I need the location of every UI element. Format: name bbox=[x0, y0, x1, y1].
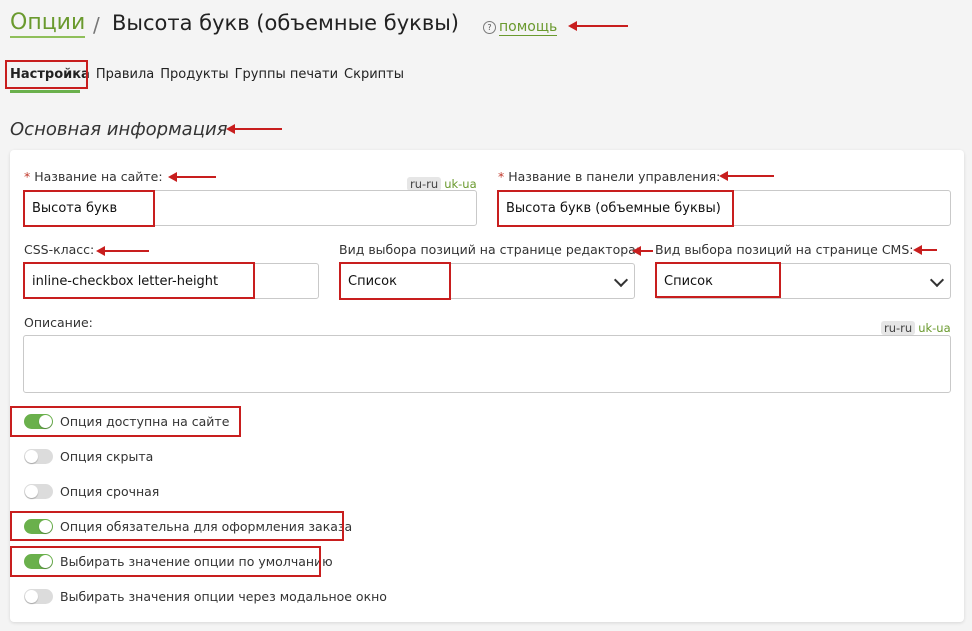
annotation-arrow bbox=[96, 246, 149, 256]
cms-view-value: Список bbox=[664, 273, 713, 289]
lang-uk-button[interactable]: uk-ua bbox=[918, 321, 950, 335]
lang-ru-button[interactable]: ru-ru bbox=[881, 321, 916, 335]
toggle-label: Опция скрыта bbox=[60, 449, 154, 464]
active-tab-indicator bbox=[10, 90, 80, 93]
site-name-lang-switch: ru-ru uk-ua bbox=[407, 177, 477, 191]
annotation-arrow bbox=[168, 172, 216, 182]
required-mark: * bbox=[24, 169, 31, 184]
cms-view-label: Вид выбора позиций на странице CMS: bbox=[655, 242, 914, 257]
section-title: Основная информация bbox=[10, 119, 228, 140]
help-link[interactable]: ? помощь bbox=[483, 19, 558, 36]
site-name-label-text: Название на сайте: bbox=[34, 169, 163, 184]
chevron-down-icon bbox=[613, 272, 629, 288]
site-name-input[interactable]: Высота букв bbox=[23, 190, 477, 226]
toggle-switch[interactable] bbox=[24, 449, 53, 464]
toggle-row-hidden[interactable]: Опция скрыта bbox=[24, 449, 153, 464]
toggle-row-default[interactable]: Выбирать значение опции по умолчанию bbox=[24, 554, 333, 569]
tab-print-groups[interactable]: Группы печати bbox=[235, 66, 344, 84]
breadcrumb-options-link[interactable]: Опции bbox=[10, 10, 86, 38]
required-mark: * bbox=[498, 169, 505, 184]
css-class-value: inline-checkbox letter-height bbox=[32, 273, 219, 289]
toggle-switch[interactable] bbox=[24, 589, 53, 604]
toggle-row-urgent[interactable]: Опция срочная bbox=[24, 484, 159, 499]
admin-name-value: Высота букв (объемные буквы) bbox=[506, 200, 721, 216]
toggle-label: Выбирать значение опции по умолчанию bbox=[60, 554, 333, 569]
annotation-arrow bbox=[719, 171, 774, 181]
toggle-label: Выбирать значения опции через модальное … bbox=[60, 589, 387, 604]
tab-settings[interactable]: Настройка bbox=[10, 66, 96, 84]
toggle-switch[interactable] bbox=[24, 414, 53, 429]
toggle-label: Опция обязательна для оформления заказа bbox=[60, 519, 353, 534]
toggle-row-required[interactable]: Опция обязательна для оформления заказа bbox=[24, 519, 352, 534]
annotation-arrow bbox=[568, 21, 628, 31]
breadcrumb-separator: / bbox=[93, 13, 100, 37]
toggle-switch[interactable] bbox=[24, 554, 53, 569]
cms-view-select[interactable]: Список bbox=[655, 263, 951, 299]
description-lang-switch: ru-ru uk-ua bbox=[881, 321, 951, 335]
site-name-value: Высота букв bbox=[32, 200, 118, 216]
toggle-label: Опция доступна на сайте bbox=[60, 414, 230, 429]
annotation-arrow bbox=[226, 124, 282, 134]
tab-rules[interactable]: Правила bbox=[96, 66, 160, 84]
tab-products[interactable]: Продукты bbox=[160, 66, 234, 84]
lang-ru-button[interactable]: ru-ru bbox=[407, 177, 442, 191]
editor-view-label: Вид выбора позиций на странице редактора… bbox=[339, 242, 641, 257]
site-name-label: * Название на сайте: bbox=[24, 169, 163, 184]
css-class-label: CSS-класс: bbox=[24, 242, 95, 257]
page-title: Высота букв (объемные буквы) bbox=[112, 11, 459, 35]
admin-name-label: * Название в панели управления: bbox=[498, 169, 720, 184]
admin-name-input[interactable]: Высота букв (объемные буквы) bbox=[497, 190, 951, 226]
annotation-arrow bbox=[632, 246, 653, 256]
tab-bar: Настройка Правила Продукты Группы печати… bbox=[10, 66, 410, 84]
toggle-switch[interactable] bbox=[24, 484, 53, 499]
toggle-label: Опция срочная bbox=[60, 484, 160, 499]
annotation-arrow bbox=[913, 245, 937, 255]
chevron-down-icon bbox=[929, 272, 945, 288]
help-label: помощь bbox=[499, 19, 558, 36]
admin-name-label-text: Название в панели управления: bbox=[508, 169, 721, 184]
css-class-input[interactable]: inline-checkbox letter-height bbox=[23, 263, 319, 299]
toggle-row-modal[interactable]: Выбирать значения опции через модальное … bbox=[24, 589, 387, 604]
lang-uk-button[interactable]: uk-ua bbox=[444, 177, 476, 191]
toggle-switch[interactable] bbox=[24, 519, 53, 534]
tab-scripts[interactable]: Скрипты bbox=[344, 66, 410, 84]
help-icon: ? bbox=[483, 21, 496, 34]
description-label: Описание: bbox=[24, 315, 93, 330]
description-textarea[interactable] bbox=[23, 335, 951, 393]
editor-view-select[interactable]: Список bbox=[339, 263, 635, 299]
editor-view-value: Список bbox=[348, 273, 397, 289]
toggle-row-available[interactable]: Опция доступна на сайте bbox=[24, 414, 229, 429]
